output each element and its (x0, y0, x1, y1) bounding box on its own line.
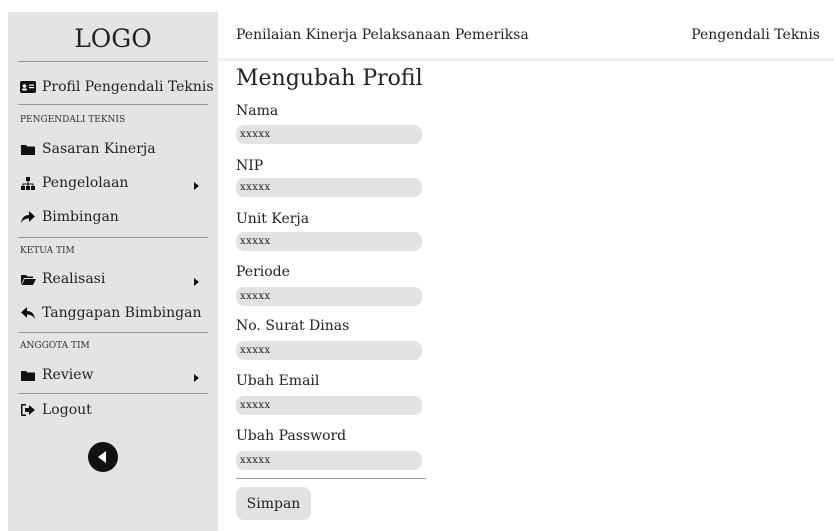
surat-dinas-field[interactable] (236, 341, 422, 360)
email-field[interactable] (236, 396, 422, 415)
page-title: Mengubah Profil (236, 66, 423, 91)
sidebar-item-label: Sasaran Kinerja (42, 141, 156, 157)
chevron-right-icon (194, 278, 199, 286)
sidebar-item-label: Profil Pengendali Teknis (42, 79, 214, 95)
sidebar-item-label: Review (42, 367, 94, 383)
logo: LOGO (74, 24, 152, 53)
nama-field[interactable] (236, 125, 422, 144)
periode-label: Periode (236, 264, 290, 280)
sidebar-item-pengelolaan[interactable]: Pengelolaan (20, 175, 128, 191)
email-label: Ubah Email (236, 373, 320, 389)
folder-open-icon (20, 272, 36, 286)
user-role: Pengendali Teknis (691, 27, 820, 43)
periode-field[interactable] (236, 287, 422, 306)
header-bar: Penilaian Kinerja Pelaksanaan Pemeriksa … (218, 12, 834, 61)
id-card-icon (20, 80, 36, 94)
sidebar-item-logout[interactable]: Logout (20, 402, 92, 418)
sidebar-item-label: Tanggapan Bimbingan (42, 305, 202, 321)
sidebar-item-label: Bimbingan (42, 209, 119, 225)
nip-field[interactable] (236, 178, 422, 197)
sign-out-icon (20, 403, 36, 417)
sidebar-divider (18, 104, 208, 105)
app-title: Penilaian Kinerja Pelaksanaan Pemeriksa (236, 27, 529, 43)
nip-label: NIP (236, 158, 264, 174)
sidebar: LOGO Profil Pengendali Teknis PENGENDALI… (8, 12, 218, 531)
sidebar-divider (18, 393, 208, 394)
sidebar-item-profil[interactable]: Profil Pengendali Teknis (20, 79, 214, 95)
circle-back-icon (97, 451, 106, 463)
section-header-anggota: ANGGOTA TIM (20, 341, 90, 351)
sidebar-item-sasaran[interactable]: Sasaran Kinerja (20, 141, 156, 157)
chevron-right-icon (194, 374, 199, 382)
reply-icon (20, 306, 36, 320)
sidebar-item-label: Logout (42, 402, 92, 418)
sidebar-divider (18, 332, 208, 333)
back-button[interactable] (88, 442, 118, 472)
share-arrow-icon (20, 210, 36, 224)
password-field[interactable] (236, 451, 422, 470)
sidebar-item-label: Pengelolaan (42, 175, 129, 191)
sidebar-divider (18, 61, 208, 62)
section-header-pengendali: PENGENDALI TEKNIS (20, 115, 126, 125)
sidebar-item-bimbingan[interactable]: Bimbingan (20, 209, 119, 225)
unit-kerja-label: Unit Kerja (236, 211, 310, 227)
sidebar-divider (18, 237, 208, 238)
password-label: Ubah Password (236, 428, 347, 444)
folder-icon (20, 142, 36, 156)
chevron-right-icon (194, 182, 199, 190)
sidebar-item-tanggapan[interactable]: Tanggapan Bimbingan (20, 305, 201, 321)
section-header-ketua: KETUA TIM (20, 246, 75, 256)
sidebar-item-label: Realisasi (42, 271, 106, 287)
sidebar-item-review[interactable]: Review (20, 367, 93, 383)
form-divider (236, 478, 426, 479)
folder-icon (20, 368, 36, 382)
unit-kerja-field[interactable] (236, 232, 422, 251)
save-button[interactable]: Simpan (236, 487, 311, 520)
sitemap-icon (20, 176, 36, 190)
nama-label: Nama (236, 103, 279, 119)
sidebar-item-realisasi[interactable]: Realisasi (20, 271, 105, 287)
surat-dinas-label: No. Surat Dinas (236, 318, 350, 334)
